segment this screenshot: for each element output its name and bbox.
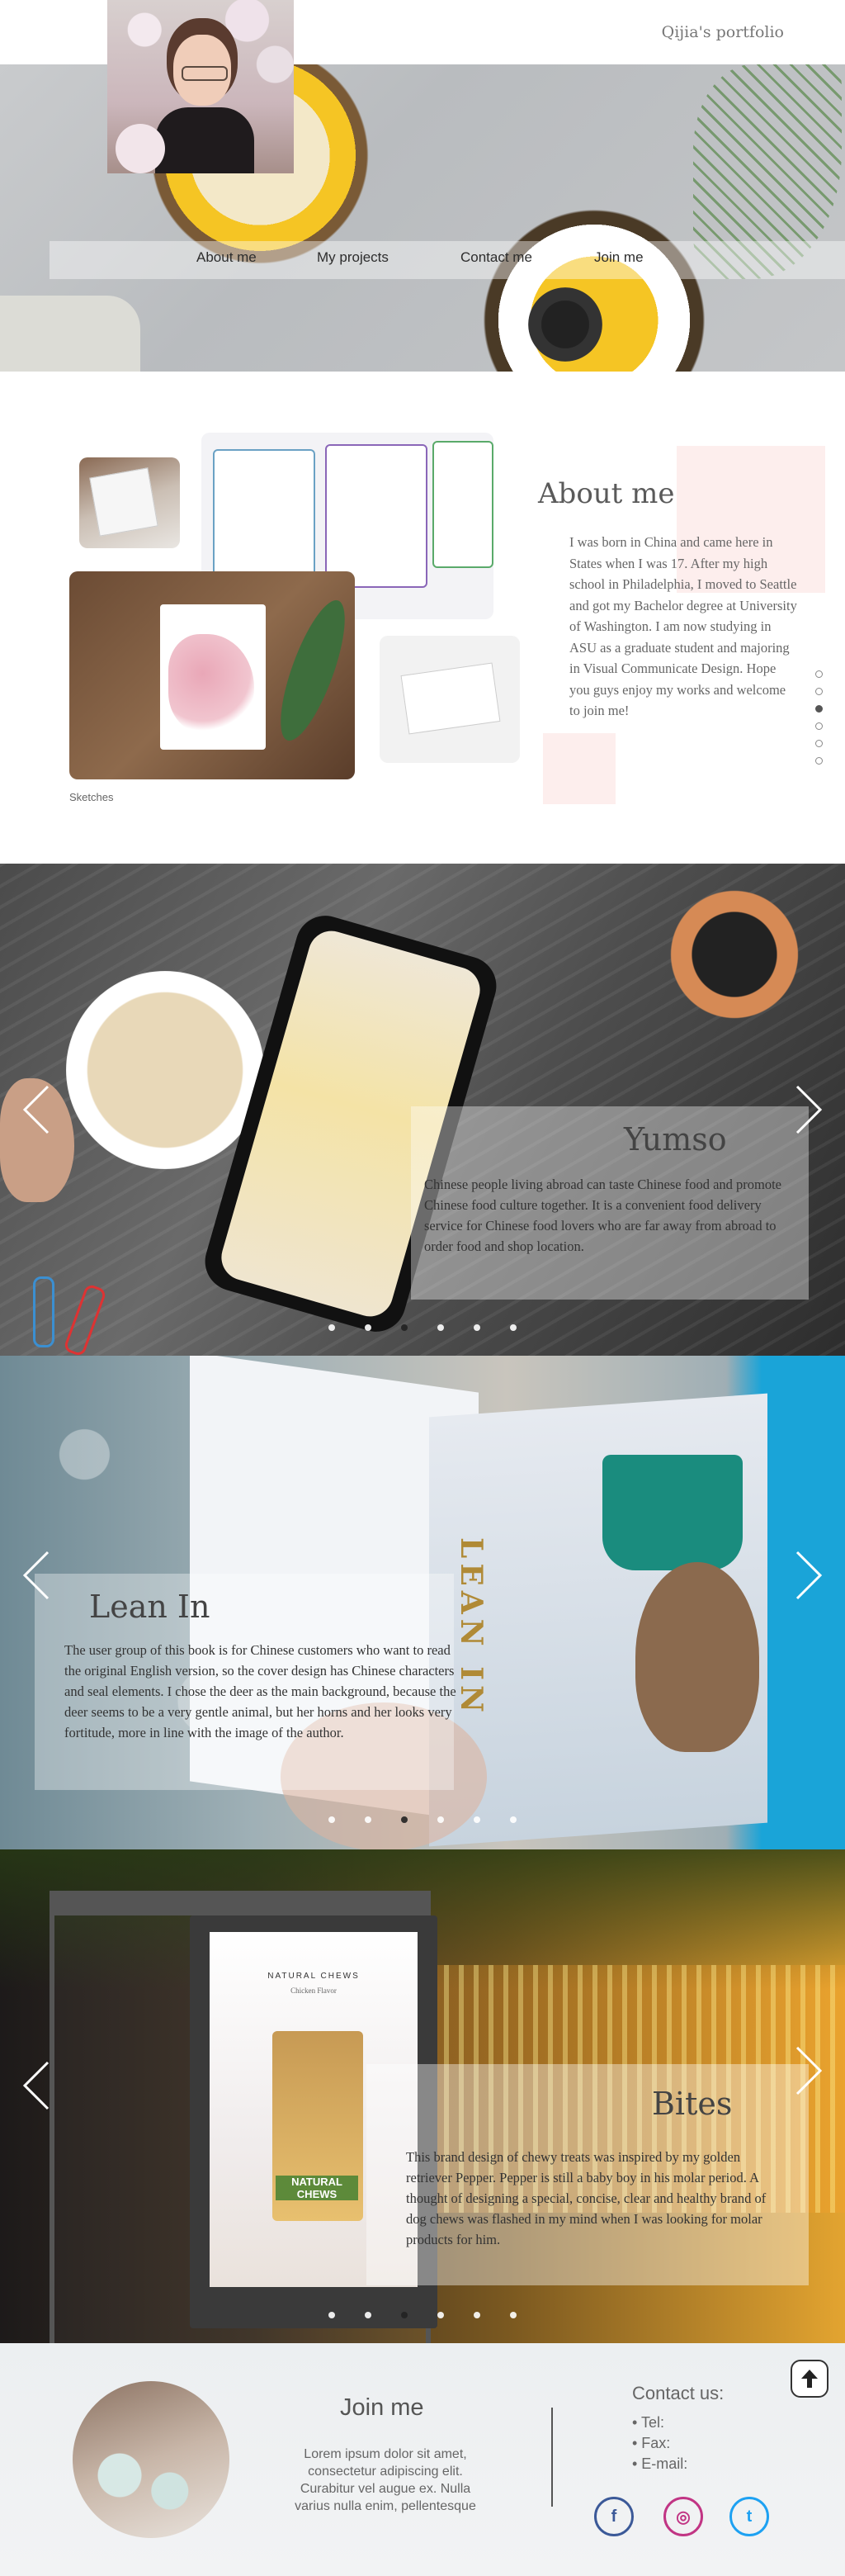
carousel-dot[interactable] [474,1324,480,1331]
join-body: Lorem ipsum dolor sit amet, consectetur … [295,2447,476,2513]
cover-deer [635,1562,759,1752]
project-title: Lean In [89,1589,210,1625]
contact-email: • E-mail: [632,2455,688,2472]
carousel-dot[interactable] [328,1816,335,1823]
carousel-dot[interactable] [365,1816,371,1823]
carousel-dots [328,1816,526,1826]
next-arrow[interactable] [792,1549,825,1602]
contact-fax: • Fax: [632,2435,671,2451]
poster-subtitle: Chicken Flavor [290,1986,337,1995]
contact-title: Contact us: [632,2383,725,2403]
sketch-book-photo [380,636,520,763]
back-to-top-button[interactable] [791,2360,828,2398]
carousel-dot-active[interactable] [401,1816,408,1823]
gallery-caption: Sketches [69,791,114,803]
carousel-dot[interactable] [437,1324,444,1331]
site-title[interactable]: Qijia's portfolio [662,23,784,41]
poster-title: NATURAL CHEWS [267,1972,360,1981]
hero-berries-image [528,287,602,362]
twitter-icon[interactable]: t [729,2497,769,2536]
contact-list: • Tel: • Fax: • E-mail: [632,2413,687,2474]
bag-label: NATURAL CHEWS [276,2176,358,2200]
next-arrow[interactable] [792,2044,825,2097]
nav-my-projects[interactable]: My projects [317,249,389,266]
coffee-cup-image [66,971,264,1169]
open-book [400,662,501,735]
carousel-dot[interactable] [510,2312,517,2318]
contact-tel: • Tel: [632,2414,664,2431]
carousel-dot[interactable] [510,1324,517,1331]
hero-cloth-image [0,296,140,372]
chevron-left-icon [22,1551,50,1600]
carousel-dot[interactable] [510,1816,517,1823]
section-nav-dots [815,670,825,774]
about-title: About me [538,477,675,510]
footer-photo [73,2381,229,2538]
sketch-notebook-photo [69,571,355,779]
project-description: The user group of this book is for Chine… [64,1642,456,1740]
leaf [267,593,355,748]
nav-bar [50,241,845,279]
carousel-dot[interactable] [328,1324,335,1331]
section-dot-active[interactable] [815,705,823,713]
nav-contact-me[interactable]: Contact me [460,249,532,266]
join-title: Join me [340,2394,424,2421]
section-dot[interactable] [815,740,823,747]
profile-avatar [107,0,294,173]
chevron-left-icon [22,1085,50,1134]
nav-about-me[interactable]: About me [196,249,257,266]
section-dot[interactable] [815,722,823,730]
paperclip-blue [33,1276,54,1347]
carousel-dot[interactable] [437,2312,444,2318]
carousel-dot[interactable] [474,2312,480,2318]
prev-arrow[interactable] [20,2059,53,2112]
section-dot[interactable] [815,670,823,678]
prev-arrow[interactable] [20,1549,53,1602]
wireframe-sheet-2 [325,444,427,588]
prev-arrow[interactable] [20,1083,53,1136]
sketch-paper [89,467,158,537]
project-description: Chinese people living abroad can taste C… [424,1177,782,1254]
pencil-cup-image [660,880,809,1029]
carousel-dots [328,2312,526,2322]
sketch-photo-small [79,457,180,548]
carousel-dots [328,1324,526,1334]
nav-join-me[interactable]: Join me [594,249,644,266]
chevron-right-icon [795,2046,823,2095]
carousel-dot-active[interactable] [401,1324,408,1331]
carousel-dot[interactable] [474,1816,480,1823]
chevron-right-icon [795,1551,823,1600]
project-description: This brand design of chewy treats was in… [406,2149,767,2247]
project-title: Bites [652,2086,733,2122]
facebook-icon[interactable]: f [594,2497,634,2536]
project-title: Yumso [624,1121,727,1158]
carousel-dot[interactable] [328,2312,335,2318]
cover-hat [602,1455,743,1570]
chevron-right-icon [795,1085,823,1134]
instagram-icon[interactable]: ◎ [663,2497,703,2536]
arrow-up-icon [801,2370,818,2388]
chevron-left-icon [22,2061,50,2110]
footer-divider [551,2408,553,2507]
avatar-glasses [182,66,228,81]
section-dot[interactable] [815,688,823,695]
decor-pink-square-small [543,733,616,804]
wireframe-sheet-3 [432,441,493,568]
cover-text: LEAN IN [454,1537,489,1717]
about-body: I was born in China and came here in Sta… [569,534,797,718]
next-arrow[interactable] [792,1083,825,1136]
carousel-dot-active[interactable] [401,2312,408,2318]
carousel-dot[interactable] [437,1816,444,1823]
carousel-dot[interactable] [365,2312,371,2318]
avatar-flowers [116,124,165,173]
section-dot[interactable] [815,757,823,765]
carousel-dot[interactable] [365,1324,371,1331]
avatar-body [155,107,254,173]
